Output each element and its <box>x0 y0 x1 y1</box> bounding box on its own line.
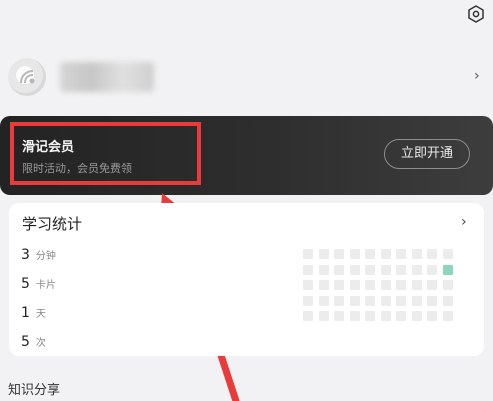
heatmap-cell <box>334 295 344 306</box>
heatmap-cell <box>318 311 329 321</box>
heatmap-cell <box>442 311 453 321</box>
heatmap-cell <box>365 264 375 275</box>
stat-row-minutes: 3 分钟 <box>21 244 56 263</box>
activate-vip-button[interactable]: 立即开通 <box>384 139 470 169</box>
heatmap-cell <box>427 295 437 306</box>
avatar-logo-icon <box>20 70 35 84</box>
heatmap-cell <box>442 264 453 275</box>
heatmap-cell <box>427 280 437 290</box>
heatmap-cell <box>303 264 313 275</box>
heatmap-cell <box>303 295 313 306</box>
profile-row[interactable]: › <box>0 48 493 104</box>
settings-icon[interactable] <box>467 5 485 23</box>
heatmap-cell <box>380 311 391 321</box>
heatmap-cell <box>365 295 375 306</box>
heatmap-cell <box>411 249 422 259</box>
heatmap-cell <box>349 295 360 306</box>
heatmap-cell <box>442 295 453 306</box>
heatmap-cell <box>365 311 375 321</box>
heatmap-cell <box>427 249 437 259</box>
heatmap-cell <box>442 249 453 259</box>
username-blurred <box>60 62 154 92</box>
heatmap-cell <box>442 280 453 290</box>
profile-chevron-icon: › <box>474 68 480 84</box>
heatmap-cell <box>396 264 406 275</box>
stat-row-cards: 5 卡片 <box>21 273 56 292</box>
heatmap-cell <box>411 295 422 306</box>
knowledge-share-title: 知识分享 <box>8 383 61 398</box>
stat-unit: 次 <box>35 338 46 349</box>
stat-row-times: 5次 <box>21 331 46 350</box>
heatmap-cell <box>349 249 360 259</box>
heatmap-cell <box>303 280 313 290</box>
heatmap-cell <box>427 311 437 321</box>
heatmap-cell <box>380 280 391 290</box>
heatmap-cell <box>318 264 329 275</box>
stat-unit: 天 <box>35 309 46 320</box>
heatmap-cell <box>334 311 344 321</box>
heatmap-cell <box>427 264 437 275</box>
heatmap-cell <box>411 264 422 275</box>
heatmap-cell <box>334 249 344 259</box>
heatmap-cell <box>349 311 360 321</box>
heatmap-cell <box>411 280 422 290</box>
heatmap-cell <box>349 280 360 290</box>
stat-value: 1 <box>21 305 30 321</box>
stat-row-days: 1天 <box>21 302 46 321</box>
activity-heatmap <box>303 249 469 339</box>
heatmap-cell <box>380 295 391 306</box>
heatmap-cell <box>396 311 406 321</box>
stat-value: 3 <box>21 247 30 263</box>
avatar[interactable] <box>8 58 46 96</box>
heatmap-cell <box>334 264 344 275</box>
stat-value: 5 <box>21 334 30 350</box>
heatmap-cell <box>396 295 406 306</box>
heatmap-cell <box>396 249 406 259</box>
heatmap-cell <box>318 295 329 306</box>
heatmap-cell <box>349 264 360 275</box>
stat-unit: 分钟 <box>35 251 56 262</box>
stat-unit: 卡片 <box>35 280 56 291</box>
heatmap-cell <box>303 311 313 321</box>
stats-title: 学习统计 <box>22 215 83 233</box>
study-stats-card[interactable]: 学习统计 › 3 分钟 5 卡片 1天 5次 <box>9 203 484 356</box>
heatmap-cell <box>380 264 391 275</box>
heatmap-cell <box>334 280 344 290</box>
heatmap-cell <box>318 249 329 259</box>
heatmap-cell <box>396 280 406 290</box>
heatmap-cell <box>318 280 329 290</box>
stats-chevron-icon[interactable]: › <box>461 214 467 230</box>
heatmap-cell <box>303 249 313 259</box>
annotation-highlight-box <box>10 122 201 185</box>
heatmap-cell <box>365 249 375 259</box>
heatmap-cell <box>365 280 375 290</box>
stat-value: 5 <box>21 276 30 292</box>
heatmap-cell <box>380 249 391 259</box>
heatmap-cell <box>411 311 422 321</box>
